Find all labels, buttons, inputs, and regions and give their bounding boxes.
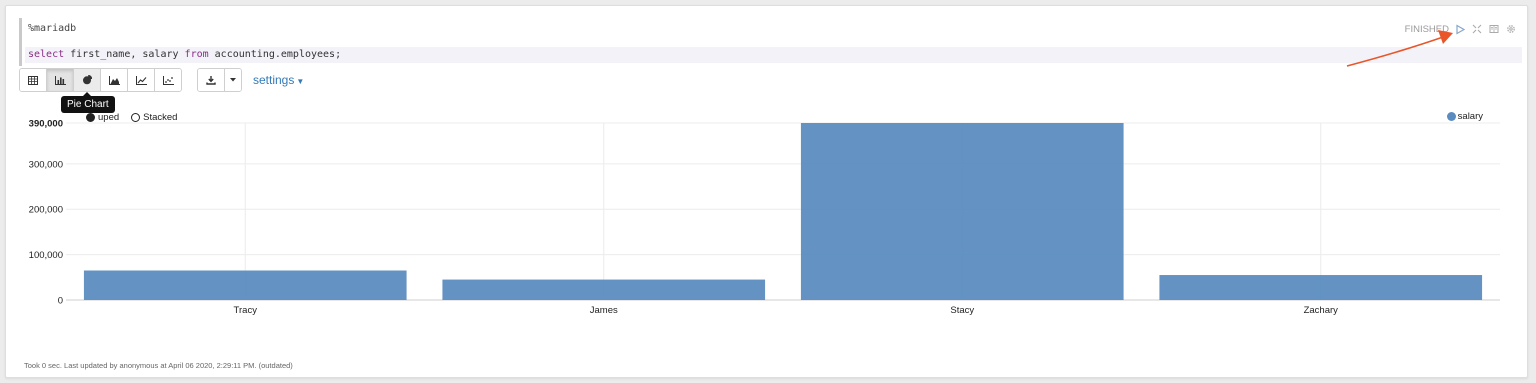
y-tick-label: 100,000 <box>29 250 63 261</box>
pie-chart-tooltip: Pie Chart <box>61 92 115 113</box>
y-tick-label: 200,000 <box>29 205 63 216</box>
bar-stacy <box>800 123 1124 300</box>
x-tick-label: Stacy <box>950 305 974 316</box>
y-tick-label: 300,000 <box>29 159 63 170</box>
x-tick-label: James <box>590 305 618 316</box>
bar-zachary <box>1159 275 1483 300</box>
y-tick-label: 0 <box>58 296 63 307</box>
x-tick-label: Zachary <box>1304 305 1339 316</box>
bar-james <box>442 279 766 300</box>
bar-tracy <box>83 270 407 300</box>
bar-chart: 0 100,000 200,000 300,000 390,000 Tracy James S… <box>29 119 1500 316</box>
x-tick-label: Tracy <box>234 305 258 316</box>
y-tick-label: 390,000 <box>29 119 63 130</box>
